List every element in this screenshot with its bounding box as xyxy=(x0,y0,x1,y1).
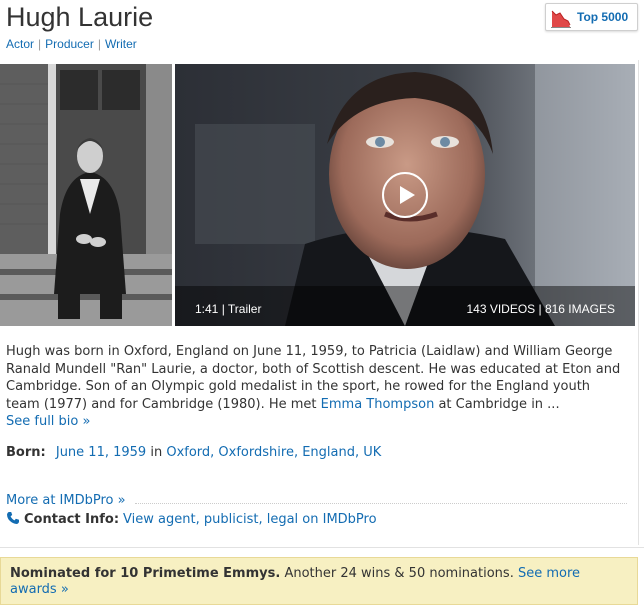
bio-text-end: at Cambridge in ... xyxy=(434,396,560,412)
born-info: Born: June 11, 1959 in Oxford, Oxfordshi… xyxy=(6,445,381,460)
bio-link-emma-thompson[interactable]: Emma Thompson xyxy=(321,397,435,412)
dotted-divider xyxy=(135,503,627,504)
role-link-producer[interactable]: Producer xyxy=(45,37,94,51)
awards-text: Another 24 wins & 50 nominations. xyxy=(284,566,514,581)
role-link-writer[interactable]: Writer xyxy=(105,37,137,51)
section-divider xyxy=(0,547,644,548)
header: Hugh Laurie Actor | Producer | Writer Top 50… xyxy=(0,0,644,62)
birth-place-link[interactable]: Oxford, Oxfordshire, England, UK xyxy=(166,445,381,460)
born-in-text: in xyxy=(150,445,163,460)
born-label: Born: xyxy=(6,445,46,460)
starmeter-label: Top 5000 xyxy=(577,10,629,24)
bio-section: Hugh was born in Oxford, England on June… xyxy=(6,343,626,431)
separator: | xyxy=(97,37,101,51)
more-at-imdbpro-link[interactable]: More at IMDbPro » xyxy=(6,493,126,508)
awards-highlight: Nominated for 10 Primetime Emmys. xyxy=(10,566,281,581)
starmeter-badge[interactable]: Top 5000 xyxy=(545,3,638,31)
person-photo-image xyxy=(0,64,172,326)
video-player[interactable]: 1:41 | Trailer 143 VIDEOS | 816 IMAGES xyxy=(175,64,635,326)
awards-box: Nominated for 10 Primetime Emmys. Anothe… xyxy=(0,557,638,605)
person-photo[interactable] xyxy=(0,64,172,326)
see-full-bio-link[interactable]: See full bio » xyxy=(6,414,90,429)
birth-date-link[interactable]: June 11, 1959 xyxy=(56,445,146,460)
contact-link[interactable]: View agent, publicist, legal on IMDbPro xyxy=(123,512,377,527)
play-button[interactable] xyxy=(382,172,428,218)
video-duration-type: 1:41 | Trailer xyxy=(195,302,262,316)
separator: | xyxy=(38,37,42,51)
phone-icon xyxy=(7,512,19,524)
play-icon xyxy=(400,186,415,204)
media-counts[interactable]: 143 VIDEOS | 816 IMAGES xyxy=(466,302,615,316)
role-list: Actor | Producer | Writer xyxy=(6,37,137,51)
contact-label: Contact Info: xyxy=(24,512,120,527)
person-name: Hugh Laurie xyxy=(6,2,154,32)
right-border xyxy=(638,60,639,545)
role-link-actor[interactable]: Actor xyxy=(6,37,34,51)
contact-info: Contact Info: View agent, publicist, lega… xyxy=(6,511,377,527)
media-strip: 1:41 | Trailer 143 VIDEOS | 816 IMAGES xyxy=(0,64,636,326)
starmeter-chart-icon xyxy=(550,7,572,29)
media-counts-link[interactable]: 143 VIDEOS | 816 IMAGES xyxy=(466,302,615,316)
